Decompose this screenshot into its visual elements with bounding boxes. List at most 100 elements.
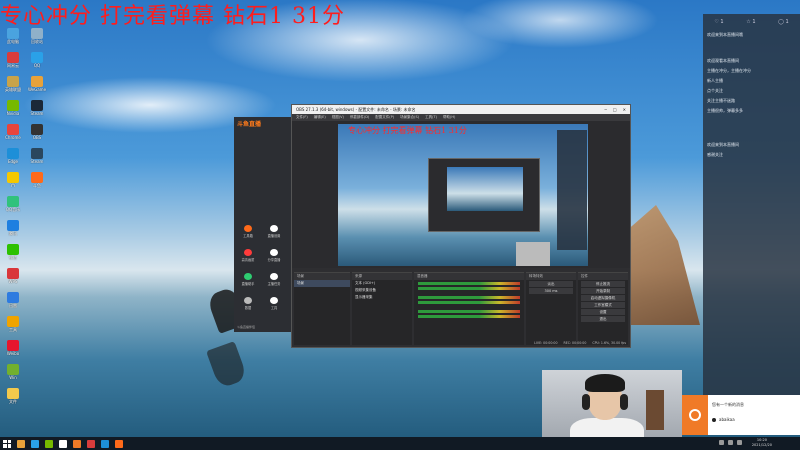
desktop-icon[interactable]: 网易云 [2, 52, 24, 69]
app-icon [31, 100, 43, 111]
source-item[interactable]: 文本 (GDI+) [352, 280, 412, 287]
douyu-tool-button[interactable]: 工具 [264, 297, 284, 310]
taskbar-app-icon[interactable] [73, 439, 81, 448]
taskbar-app-icon[interactable] [87, 439, 95, 448]
desktop-icon[interactable]: YY [2, 172, 24, 189]
obs-menu-item[interactable]: 视图(V) [332, 115, 344, 120]
transition-select[interactable]: 淡出 [529, 281, 573, 287]
tool-icon [270, 225, 278, 232]
control-button[interactable]: 设置 [581, 309, 625, 315]
douyu-tool-label: 工具 [270, 306, 278, 310]
control-button[interactable]: 开始录制 [581, 288, 625, 294]
douyu-tool-button[interactable]: 分享直播 [264, 249, 284, 262]
tool-icon [270, 273, 278, 280]
close-icon[interactable]: ✕ [623, 107, 626, 112]
douyu-tool-label: 分享直播 [267, 258, 281, 262]
notification-bell-icon [682, 395, 708, 435]
chat-like-icon[interactable]: ♡ 1 [714, 19, 723, 25]
obs-window: OBS 27.1.3 (64-bit, windows) - 配置文件: 未命名… [291, 104, 631, 348]
app-icon [7, 364, 19, 375]
desktop-icon[interactable]: Chrome [2, 124, 24, 141]
taskbar-app-icon[interactable] [101, 439, 109, 448]
desktop-icon[interactable]: 微信 [2, 244, 24, 261]
maximize-icon[interactable]: □ [613, 107, 617, 112]
obs-menu-item[interactable]: 场景集合(S) [400, 115, 419, 120]
mixer-meter-mic [418, 296, 520, 299]
desktop-icon-label: Weibo [6, 351, 20, 356]
taskbar-app-icon[interactable] [45, 439, 53, 448]
transition-duration[interactable]: 300 ms [529, 288, 573, 294]
control-button[interactable]: 工作室模式 [581, 302, 625, 308]
chat-user-icon[interactable]: ◯ 1 [778, 19, 788, 25]
control-button[interactable]: 停止推流 [581, 281, 625, 287]
preview-nested-capture [447, 167, 523, 211]
taskbar-app-icon[interactable] [115, 439, 123, 448]
tool-icon [244, 297, 252, 304]
douyu-tool-label: 工具箱 [243, 234, 253, 238]
douyu-tool-button[interactable]: 高清画质 [238, 249, 258, 262]
douyu-tool-button[interactable]: 直播助手 [238, 273, 258, 286]
source-item[interactable]: 显示器采集 [352, 294, 412, 301]
desktop-icon-label: 文件 [9, 399, 17, 404]
desktop-icon[interactable]: Weibo [2, 340, 24, 357]
app-icon [7, 388, 19, 399]
desktop-icon[interactable]: 腾讯 [2, 220, 24, 237]
desktop-icon[interactable]: QQ音乐 [2, 196, 24, 213]
desktop-icon-label: Steam [30, 159, 44, 164]
douyu-tool-button[interactable]: 直播设置 [264, 225, 284, 238]
desktop-icon[interactable]: 回收站 [26, 28, 48, 45]
notification-toast[interactable]: 您有一个新的消息 abaikaa [682, 395, 800, 435]
douyu-tool-button[interactable]: 数据 [238, 297, 258, 310]
douyu-tool-button[interactable]: 工具箱 [238, 225, 258, 238]
douyu-tool-label: 高清画质 [241, 258, 255, 262]
tool-icon [244, 249, 252, 256]
app-icon [7, 28, 19, 39]
obs-menu-bar: 文件(F) 编辑(E) 视图(V) 停靠部件(D) 配置文件(P) 场景集合(S) 工具(T… [292, 114, 630, 121]
start-button[interactable] [3, 439, 11, 448]
chat-message: 新人主播 [707, 78, 723, 83]
scene-item[interactable]: 场景 [294, 280, 350, 287]
obs-preview[interactable]: 专心冲分 打完看弹幕 钻石1 31分 [338, 124, 588, 266]
obs-menu-item[interactable]: 帮助(H) [443, 115, 455, 120]
desktop-icon[interactable]: Win [2, 364, 24, 381]
obs-menu-item[interactable]: 文件(F) [296, 115, 308, 120]
desktop-icon[interactable]: OBS [26, 124, 48, 141]
desktop-icon[interactable]: WPS [2, 268, 24, 285]
chat-message: 关注主播不迷路 [707, 98, 735, 103]
desktop-icon[interactable]: Edge [2, 148, 24, 165]
minimize-icon[interactable]: ─ [604, 107, 606, 112]
desktop-icon[interactable]: Steam [26, 100, 48, 117]
source-item[interactable]: 视频采集设备 [352, 287, 412, 294]
desktop-icon[interactable]: 迅雷 [2, 292, 24, 309]
system-tray[interactable] [719, 440, 742, 445]
desktop-icon[interactable]: 此电脑 [2, 28, 24, 45]
obs-menu-item[interactable]: 编辑(E) [314, 115, 326, 120]
taskbar-app-icon[interactable] [17, 439, 25, 448]
desktop-icon[interactable]: 文件 [2, 388, 24, 405]
controls-dock-title: 控件 [578, 273, 628, 280]
mixer-dock-title: 混音器 [414, 273, 524, 280]
taskbar-app-icon[interactable] [59, 439, 67, 448]
desktop-icon[interactable]: 斗鱼 [26, 172, 48, 189]
app-icon [7, 52, 19, 63]
taskbar-app-icon[interactable] [31, 439, 39, 448]
app-icon [7, 196, 19, 207]
control-button[interactable]: 退出 [581, 316, 625, 322]
desktop-icon[interactable]: WeGame [26, 76, 48, 93]
douyu-tool-button[interactable]: 主播任务 [264, 273, 284, 286]
desktop-icon[interactable]: Steam [26, 148, 48, 165]
app-icon [31, 172, 43, 183]
taskbar-clock[interactable]: 10:20 2021/12/20 [752, 438, 772, 448]
app-icon [31, 148, 43, 159]
obs-menu-item[interactable]: 配置文件(P) [375, 115, 394, 120]
douyu-footer: 斗鱼直播伴侣 [237, 325, 256, 329]
control-button[interactable]: 启动虚拟摄像机 [581, 295, 625, 301]
desktop-icon[interactable]: 工具 [2, 316, 24, 333]
chat-gift-icon[interactable]: ☆ 1 [746, 19, 755, 25]
desktop-icon[interactable]: 英雄联盟 [2, 76, 24, 93]
obs-menu-item[interactable]: 停靠部件(D) [350, 115, 369, 120]
obs-menu-item[interactable]: 工具(T) [425, 115, 437, 120]
notification-user: abaikaa [712, 417, 735, 422]
desktop-icon[interactable]: Nvidia [2, 100, 24, 117]
desktop-icon[interactable]: QQ [26, 52, 48, 69]
